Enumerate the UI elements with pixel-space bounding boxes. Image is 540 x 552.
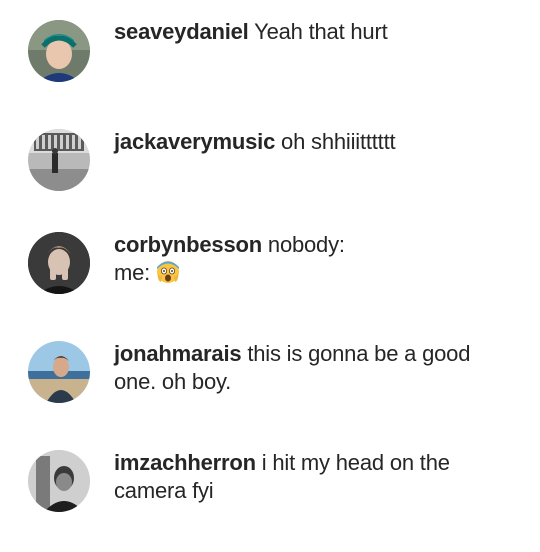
comment-text: oh shhiiitttttt (281, 129, 396, 154)
avatar-seaveydaniel[interactable] (28, 20, 90, 82)
comment-body: imzachherron i hit my head on the camera… (114, 449, 524, 505)
comment-text: this is gonna be a good (247, 341, 471, 366)
username-link[interactable]: imzachherron (114, 450, 256, 475)
comment-text: Yeah that hurt (254, 19, 388, 44)
user-photo-icon (28, 20, 90, 82)
user-photo-icon (28, 450, 90, 512)
comment-body: seaveydaniel Yeah that hurt (114, 18, 524, 46)
comment-body: jonahmarais this is gonna be a good one.… (114, 340, 524, 396)
user-photo-icon (28, 341, 90, 403)
username-link[interactable]: jackaverymusic (114, 129, 275, 154)
avatar-corbynbesson[interactable] (28, 232, 90, 294)
comment-text-line2: one. oh boy. (114, 369, 232, 394)
comment-text-line2: camera fyi (114, 478, 214, 503)
avatar-jackaverymusic[interactable] (28, 129, 90, 191)
screaming-face-emoji-icon (156, 260, 180, 284)
username-link[interactable]: corbynbesson (114, 232, 262, 257)
comment-text-line2: me: (114, 259, 524, 287)
user-photo-icon (28, 232, 90, 294)
comment-text: nobody: (267, 232, 345, 257)
comment-text: me: (114, 260, 151, 285)
username-link[interactable]: seaveydaniel (114, 19, 249, 44)
comment-text: i hit my head on the (261, 450, 450, 475)
comment-body: jackaverymusic oh shhiiitttttt (114, 128, 524, 156)
avatar-imzachherron[interactable] (28, 450, 90, 512)
avatar-jonahmarais[interactable] (28, 341, 90, 403)
username-link[interactable]: jonahmarais (114, 341, 242, 366)
comment-body: corbynbesson nobody: me: (114, 231, 524, 287)
user-photo-icon (28, 129, 90, 191)
